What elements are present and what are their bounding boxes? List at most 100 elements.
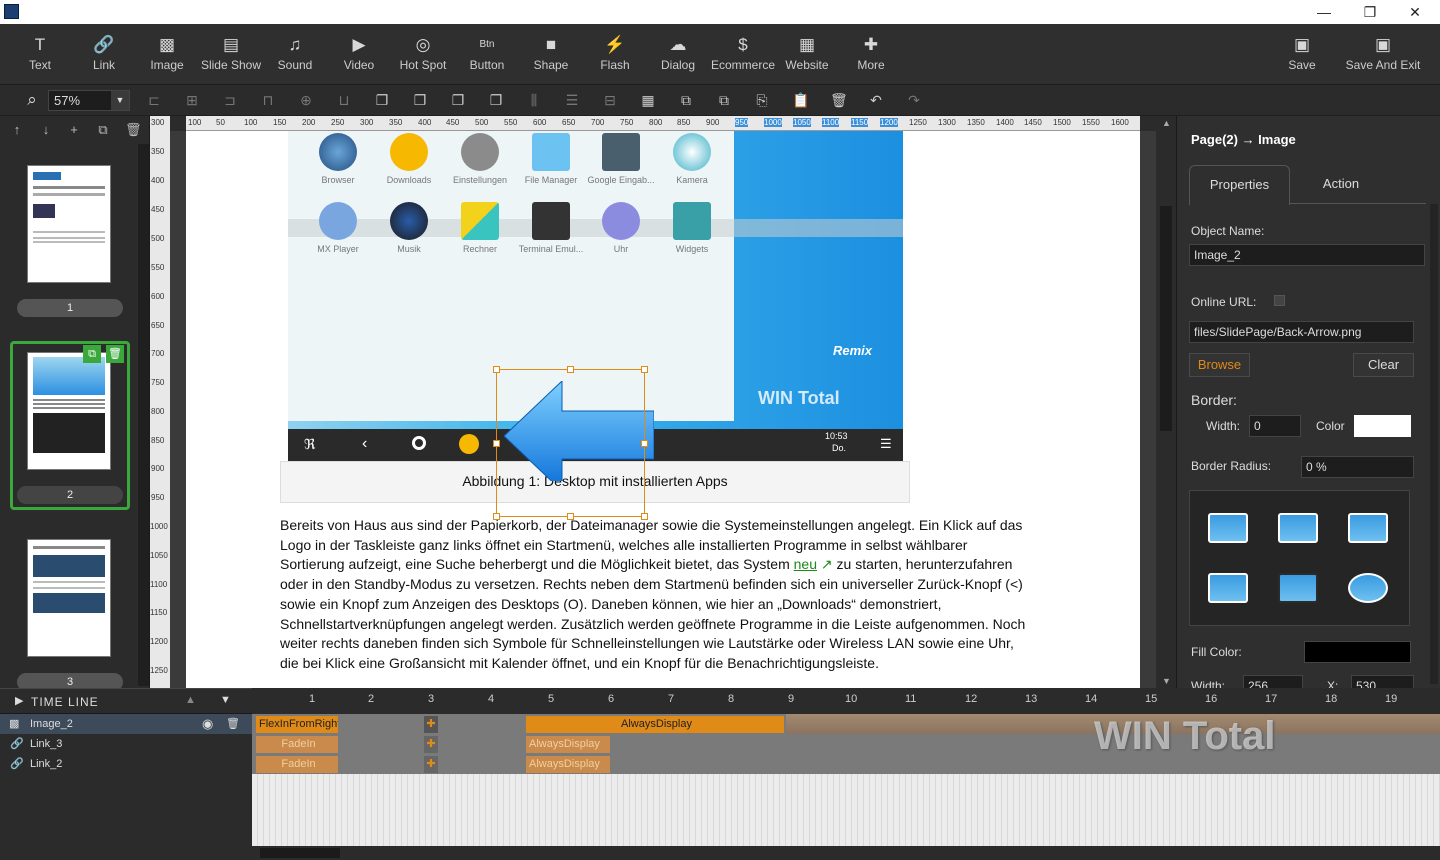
anim-always-link2[interactable]: AlwaysDisplay: [526, 756, 610, 773]
page-thumbnail-2[interactable]: [27, 352, 111, 470]
layer-backward-icon[interactable]: ❐: [450, 92, 466, 108]
timeline-hscrollbar[interactable]: [252, 846, 1440, 860]
resize-handle[interactable]: [641, 440, 648, 447]
tab-properties[interactable]: Properties: [1189, 165, 1290, 205]
add-animation-icon[interactable]: ✚: [424, 756, 438, 773]
style-option[interactable]: [1278, 573, 1318, 603]
add-animation-icon[interactable]: ✚: [424, 716, 438, 733]
tool-image-button[interactable]: ▩ Image: [135, 34, 199, 72]
save-button[interactable]: ▣ Save: [1270, 34, 1334, 72]
timeline-row-link-2[interactable]: 🔗 Link_2: [0, 754, 252, 774]
resize-handle[interactable]: [493, 513, 500, 520]
resize-handle[interactable]: [567, 366, 574, 373]
anim-fadein-link2[interactable]: FadeIn: [256, 756, 338, 773]
align-bottom-icon[interactable]: ⊔: [336, 92, 352, 108]
zoom-icon[interactable]: ⌕: [24, 91, 40, 108]
fill-color-swatch[interactable]: [1304, 641, 1411, 663]
props-scrollbar[interactable]: [1430, 204, 1438, 684]
scroll-up-icon[interactable]: ▲: [1162, 118, 1171, 128]
flip-h-icon[interactable]: ⧉: [678, 92, 694, 108]
tool-sound-button[interactable]: ♫ Sound: [263, 34, 327, 72]
anim-always-link3[interactable]: AlwaysDisplay: [526, 736, 610, 753]
delete-icon[interactable]: 🗑: [830, 92, 848, 108]
add-animation-icon[interactable]: ✚: [424, 736, 438, 753]
eye-icon[interactable]: ◉: [202, 714, 213, 734]
tool-shape-button[interactable]: ■ Shape: [519, 34, 583, 72]
grid-icon[interactable]: ▦: [640, 92, 656, 108]
timeline-scroll-thumb[interactable]: [260, 848, 340, 858]
tool-button-button[interactable]: Btn Button: [455, 34, 519, 72]
tool-link-button[interactable]: 🔗 Link: [72, 34, 136, 72]
size-width-field[interactable]: 256: [1243, 675, 1303, 688]
align-right-icon[interactable]: ⊐: [222, 92, 238, 108]
trash-page-icon[interactable]: 🗑: [106, 345, 124, 363]
same-size-icon[interactable]: ⊟: [602, 92, 618, 108]
resize-handle[interactable]: [641, 513, 648, 520]
duplicate-page-icon[interactable]: ⧉: [95, 122, 111, 138]
distribute-v-icon[interactable]: ☰: [564, 92, 580, 108]
redo-icon[interactable]: ↷: [906, 92, 922, 108]
tool-hotspot-button[interactable]: ◎ Hot Spot: [391, 34, 455, 72]
distribute-h-icon[interactable]: ⫼: [526, 92, 542, 108]
flip-v-icon[interactable]: ⧉: [716, 92, 732, 108]
timeline-grid[interactable]: 1 2 3 4 5 6 7 8 9 10 11 12 13 14 15 16 1…: [252, 688, 1440, 860]
resize-handle[interactable]: [493, 366, 500, 373]
restore-button[interactable]: ❐: [1347, 0, 1393, 24]
timeline-row-link-3[interactable]: 🔗 Link_3: [0, 734, 252, 754]
style-option[interactable]: [1208, 573, 1248, 603]
tool-more-button[interactable]: ✚ More: [839, 34, 903, 72]
minimize-button[interactable]: —: [1301, 0, 1347, 24]
anim-fadein-link3[interactable]: FadeIn: [256, 736, 338, 753]
clear-button[interactable]: Clear: [1353, 353, 1414, 377]
page-label-1[interactable]: 1: [17, 299, 123, 317]
pos-x-field[interactable]: 530: [1351, 675, 1414, 688]
page-up-icon[interactable]: ↑: [9, 122, 25, 138]
align-left-icon[interactable]: ⊏: [146, 92, 162, 108]
page-down-icon[interactable]: ↓: [38, 122, 54, 138]
resize-handle[interactable]: [493, 440, 500, 447]
scroll-down-icon[interactable]: ▼: [1162, 676, 1171, 686]
scrollbar-thumb[interactable]: [1160, 206, 1172, 431]
chevron-down-icon[interactable]: ▼: [111, 91, 129, 110]
layer-back-icon[interactable]: ❐: [488, 92, 504, 108]
move-down-icon[interactable]: ▼: [220, 694, 231, 706]
paste-icon[interactable]: 📋: [792, 92, 809, 108]
tool-website-button[interactable]: ▦ Website: [775, 34, 839, 72]
body-paragraph[interactable]: Bereits von Haus aus sind der Papierkorb…: [280, 516, 1100, 674]
border-width-stepper[interactable]: 0: [1249, 415, 1301, 437]
page-thumbnail-3[interactable]: [27, 539, 111, 657]
zoom-select[interactable]: 57% ▼: [48, 90, 130, 111]
style-option[interactable]: [1348, 573, 1388, 603]
tool-flash-button[interactable]: ⚡ Flash: [583, 34, 647, 72]
tool-slideshow-button[interactable]: ▤ Slide Show: [199, 34, 263, 72]
delete-page-icon[interactable]: 🗑: [125, 122, 142, 138]
anim-always-display[interactable]: AlwaysDisplay: [526, 716, 784, 733]
undo-icon[interactable]: ↶: [868, 92, 884, 108]
trash-icon[interactable]: 🗑: [226, 714, 240, 734]
image-url-field[interactable]: files/SlidePage/Back-Arrow.png: [1189, 321, 1414, 343]
selection-box[interactable]: [493, 366, 648, 520]
copy-page-icon[interactable]: ⧉: [83, 345, 101, 363]
layer-front-icon[interactable]: ❐: [374, 92, 390, 108]
page-thumbnail-1[interactable]: [27, 165, 111, 283]
neu-link[interactable]: neu: [794, 556, 817, 572]
border-color-swatch[interactable]: [1354, 415, 1411, 437]
save-and-exit-button[interactable]: ▣ Save And Exit: [1343, 34, 1423, 72]
timeline-row-image-2[interactable]: ▩ Image_2 ◉ 🗑: [0, 714, 252, 734]
canvas-scrollbar[interactable]: ▲ ▼: [1157, 116, 1175, 688]
resize-handle[interactable]: [641, 366, 648, 373]
align-middle-icon[interactable]: ⊕: [298, 92, 314, 108]
border-radius-stepper[interactable]: 0 %: [1301, 456, 1414, 478]
move-up-icon[interactable]: ▲: [185, 694, 196, 706]
add-page-icon[interactable]: +: [66, 122, 82, 138]
align-top-icon[interactable]: ⊓: [260, 92, 276, 108]
anim-flexin-right[interactable]: FlexInFromRight: [256, 716, 338, 733]
layer-forward-icon[interactable]: ❐: [412, 92, 428, 108]
copy-icon[interactable]: ⎘: [754, 92, 770, 108]
pages-scrollbar[interactable]: [138, 144, 149, 686]
tool-ecommerce-button[interactable]: $ Ecommerce: [711, 34, 775, 72]
style-option[interactable]: [1278, 513, 1318, 543]
style-option[interactable]: [1208, 513, 1248, 543]
tool-text-button[interactable]: T Text: [8, 34, 72, 72]
close-button[interactable]: ✕: [1392, 0, 1438, 24]
